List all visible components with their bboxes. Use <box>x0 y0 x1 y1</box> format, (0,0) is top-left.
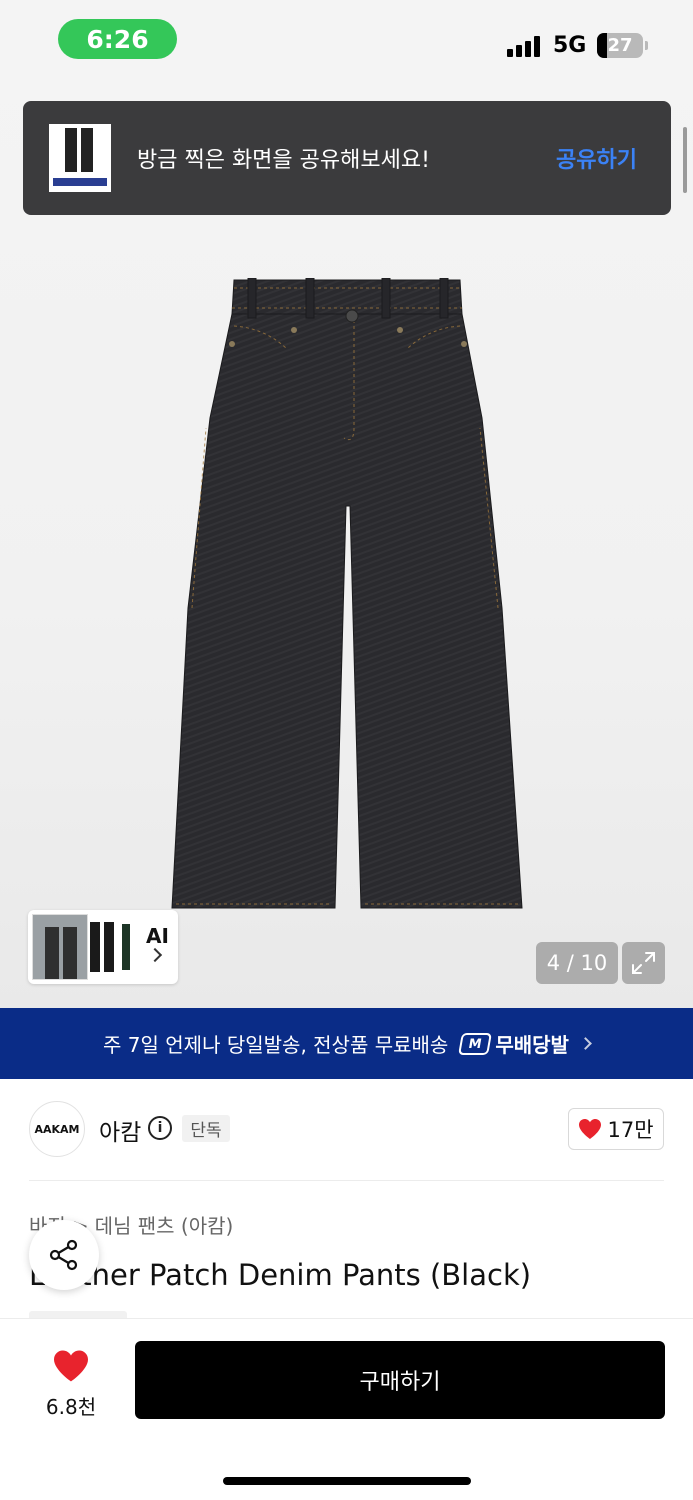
brand-like-count: 17만 <box>607 1118 654 1142</box>
battery-tip <box>645 41 648 50</box>
brand-like-button[interactable]: 17만 <box>568 1108 664 1150</box>
bottom-action-bar: 6.8천 구매하기 <box>0 1318 693 1500</box>
shipping-logo-text: 무배당발 <box>495 1033 569 1057</box>
chevron-right-icon <box>579 1037 592 1050</box>
product-title: Leather Patch Denim Pants (Black) <box>29 1258 532 1292</box>
share-icon <box>49 1239 78 1271</box>
info-icon[interactable]: i <box>148 1116 172 1140</box>
home-indicator[interactable] <box>223 1477 471 1485</box>
toast-message: 방금 찍은 화면을 공유해보세요! <box>137 148 430 173</box>
exclusive-badge: 단독 <box>182 1115 230 1142</box>
product-photo-jeans <box>171 278 523 909</box>
shipping-text: 주 7일 언제나 당일발송, 전상품 무료배송 <box>103 1033 449 1057</box>
styling-photo-2 <box>88 918 118 976</box>
shipping-logo: M 무배당발 <box>458 1029 569 1058</box>
ai-label: AI <box>146 924 169 948</box>
cellular-signal-icon <box>507 35 543 57</box>
ai-styling-card[interactable]: AI <box>28 910 178 984</box>
image-counter: 4 / 10 <box>536 942 618 984</box>
styling-photo-3 <box>118 922 134 972</box>
chevron-right-icon <box>147 947 163 963</box>
share-button[interactable] <box>29 1220 99 1290</box>
battery-icon: 27 <box>597 33 643 58</box>
divider <box>29 1180 664 1181</box>
expand-icon <box>632 952 655 974</box>
wishlist-button[interactable]: 6.8천 <box>40 1343 102 1419</box>
brand-logo[interactable]: AAKAM <box>29 1101 85 1157</box>
product-image-gallery[interactable]: 6:26 5G 27 방금 찍은 화면을 공유해보세요! 공유하기 AI 4 /… <box>0 0 693 1008</box>
status-time: 6:26 <box>58 19 177 59</box>
styling-photo-1 <box>32 914 88 980</box>
screenshot-share-toast[interactable]: 방금 찍은 화면을 공유해보세요! 공유하기 <box>23 101 671 215</box>
truck-icon: M <box>458 1032 493 1055</box>
wishlist-count: 6.8천 <box>45 1395 97 1419</box>
buy-button[interactable]: 구매하기 <box>135 1341 665 1419</box>
battery-level: 27 <box>607 35 633 56</box>
network-type: 5G <box>553 33 587 58</box>
share-link-button[interactable]: 공유하기 <box>556 142 637 174</box>
breadcrumb-subcategory[interactable]: 데님 팬츠 (아캄) <box>95 1214 234 1238</box>
shipping-banner[interactable]: 주 7일 언제나 당일발송, 전상품 무료배송 M 무배당발 <box>0 1008 693 1079</box>
screenshot-thumbnail <box>49 124 111 192</box>
scroll-indicator <box>683 127 687 193</box>
brand-name[interactable]: 아캄 <box>99 1113 141 1147</box>
expand-button[interactable] <box>622 942 665 984</box>
heart-icon <box>54 1350 88 1382</box>
heart-icon <box>579 1119 602 1139</box>
